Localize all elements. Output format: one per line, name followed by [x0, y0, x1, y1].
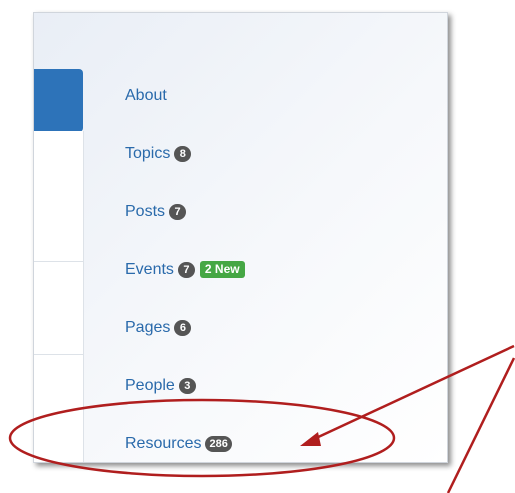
annotation-arrow-line [446, 357, 515, 493]
group-nav-menu: About Topics 8 Posts 7 Events 7 2 New Pa… [125, 81, 245, 458]
new-items-badge: 2 New [199, 261, 245, 278]
nav-item-label: Resources [125, 434, 202, 452]
nav-item-events[interactable]: Events 7 2 New [125, 255, 245, 284]
nav-item-topics[interactable]: Topics 8 [125, 139, 245, 168]
count-badge: 7 [177, 261, 195, 278]
nav-item-people[interactable]: People 3 [125, 371, 245, 400]
count-badge: 286 [205, 435, 232, 452]
nav-item-resources[interactable]: Resources 286 [125, 429, 245, 458]
nav-item-pages[interactable]: Pages 6 [125, 313, 245, 342]
content-divider [34, 354, 83, 355]
nav-item-label: Pages [125, 318, 171, 336]
count-badge: 3 [178, 377, 196, 394]
nav-item-label: About [125, 86, 167, 104]
count-badge: 8 [174, 145, 192, 162]
nav-item-about[interactable]: About [125, 81, 245, 110]
main-content-edge [34, 131, 84, 462]
count-badge: 6 [174, 319, 192, 336]
count-badge: 7 [169, 203, 187, 220]
nav-item-label: Topics [125, 144, 171, 162]
content-divider [34, 261, 83, 262]
nav-item-label: Events [125, 260, 174, 278]
nav-item-label: Posts [125, 202, 166, 220]
sidebar-panel: About Topics 8 Posts 7 Events 7 2 New Pa… [33, 12, 448, 463]
screenshot-stage: About Topics 8 Posts 7 Events 7 2 New Pa… [0, 0, 515, 493]
nav-item-label: People [125, 376, 175, 394]
active-tab-accent [34, 69, 83, 132]
nav-item-posts[interactable]: Posts 7 [125, 197, 245, 226]
